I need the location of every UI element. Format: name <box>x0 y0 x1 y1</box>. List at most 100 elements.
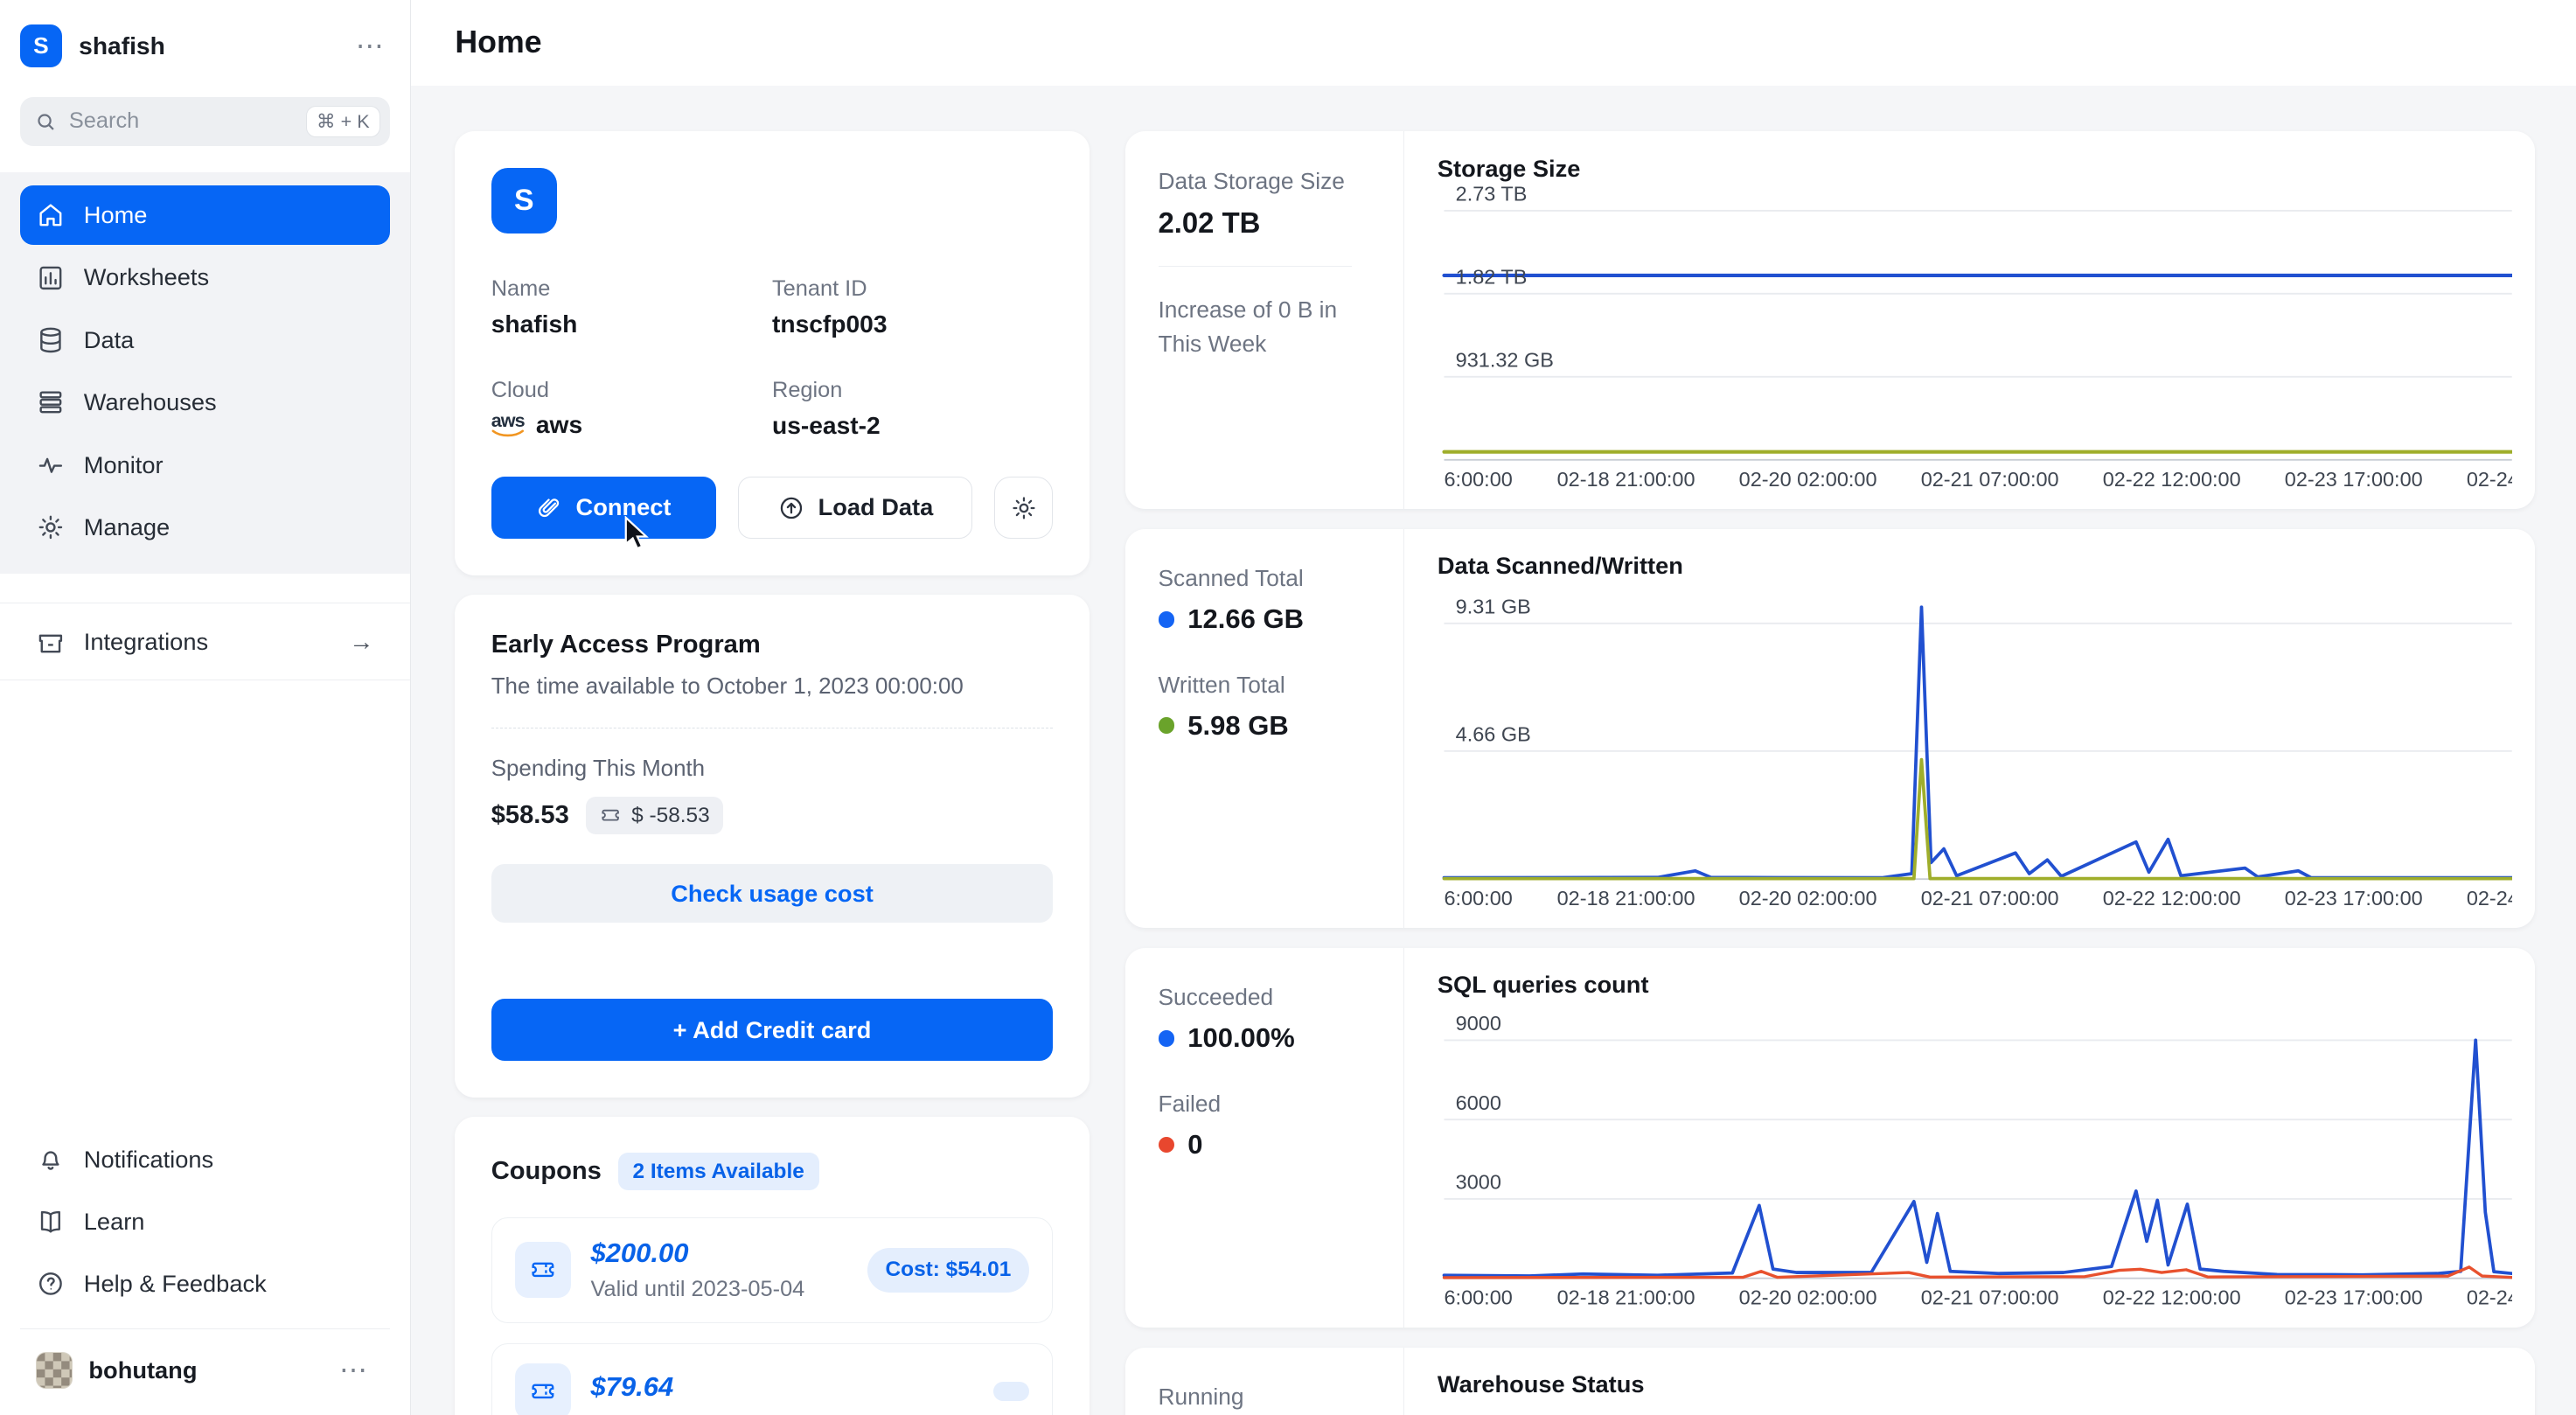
org-more-button[interactable]: ⋯ <box>349 29 390 63</box>
user-more-button[interactable]: ⋯ <box>332 1353 373 1387</box>
tenant-avatar: S <box>491 168 557 234</box>
stat-value: 5.98 GB <box>1187 710 1288 742</box>
sidebar-item-integrations[interactable]: Integrations → <box>20 609 391 674</box>
right-column: Data Storage Size 2.02 TB Increase of 0 … <box>1125 131 2535 1414</box>
book-icon <box>36 1207 66 1237</box>
svg-text:6:00:00: 6:00:00 <box>1444 887 1512 910</box>
storage-stats: Data Storage Size 2.02 TB Increase of 0 … <box>1125 131 1404 509</box>
app-root: S shafish ⋯ ⌘ + K Home Worksheets Data <box>0 0 2576 1415</box>
field-label: Region <box>772 378 1053 403</box>
search-input[interactable] <box>69 108 295 134</box>
gear-icon <box>1010 494 1038 522</box>
ticket-icon <box>515 1242 571 1298</box>
sidebar-item-label: Learn <box>84 1208 145 1236</box>
stat-label: Written Total <box>1159 672 1382 699</box>
integrations-section: Integrations → <box>0 603 410 680</box>
sidebar-item-home[interactable]: Home <box>20 185 391 245</box>
svg-text:02-20 02:00:00: 02-20 02:00:00 <box>1739 1286 1877 1309</box>
svg-text:02-22 12:00:00: 02-22 12:00:00 <box>2103 887 2241 910</box>
help-circle-icon <box>36 1269 66 1299</box>
worksheets-icon <box>36 263 66 293</box>
tenant-cloud-field: Cloud aws aws <box>491 378 772 440</box>
stat-label: Data Storage Size <box>1159 168 1382 195</box>
scanned-written-panel: Scanned Total 12.66 GB Written Total 5.9… <box>1125 529 2535 929</box>
check-usage-cost-button[interactable]: Check usage cost <box>491 864 1054 924</box>
content: S Name shafish Tenant ID tnscfp003 Cloud <box>411 86 2576 1415</box>
aws-logo: aws <box>491 411 525 438</box>
early-access-subtitle: The time available to October 1, 2023 00… <box>491 674 1054 700</box>
tenant-id-field: Tenant ID tnscfp003 <box>772 276 1053 338</box>
sidebar-item-notifications[interactable]: Notifications <box>20 1128 391 1190</box>
ticket-icon <box>599 804 622 826</box>
svg-text:02-20 02:00:00: 02-20 02:00:00 <box>1739 468 1877 491</box>
chart-title: SQL queries count <box>1438 971 2512 999</box>
svg-text:02-22 12:00:00: 02-22 12:00:00 <box>2103 1286 2241 1309</box>
sidebar-nav: Home Worksheets Data Warehouses Monitor … <box>0 172 410 573</box>
early-access-title: Early Access Program <box>491 631 1054 659</box>
sidebar-item-help-feedback[interactable]: Help & Feedback <box>20 1253 391 1315</box>
search-box[interactable]: ⌘ + K <box>20 97 391 146</box>
scanned-stats: Scanned Total 12.66 GB Written Total 5.9… <box>1125 529 1404 929</box>
svg-text:02-18 21:00:00: 02-18 21:00:00 <box>1556 1286 1695 1309</box>
queries-chart-area: SQL queries count 9000600030006:00:0002-… <box>1404 948 2535 1328</box>
storage-chart-area: Storage Size 2.73 TB1.82 TB931.32 GB6:00… <box>1404 131 2535 509</box>
stat-note: Increase of 0 B in This Week <box>1159 293 1359 362</box>
svg-text:931.32 GB: 931.32 GB <box>1456 349 1554 372</box>
coupon-cost-badge <box>993 1382 1029 1402</box>
paperclip-icon <box>536 494 562 520</box>
user-row[interactable]: bohutang ⋯ <box>20 1342 391 1402</box>
svg-text:02-23 17:00:00: 02-23 17:00:00 <box>2285 1286 2423 1309</box>
stat-label: Scanned Total <box>1159 565 1382 592</box>
coupons-title: Coupons <box>491 1157 602 1186</box>
svg-text:3000: 3000 <box>1456 1171 1501 1194</box>
sql-queries-count-chart: 9000600030006:00:0002-18 21:00:0002-20 0… <box>1438 1002 2512 1314</box>
arrow-right-icon: → <box>349 627 373 656</box>
field-value: tnscfp003 <box>772 310 1053 338</box>
sidebar-item-manage[interactable]: Manage <box>20 498 391 557</box>
svg-text:6:00:00: 6:00:00 <box>1444 468 1512 491</box>
spending-row: $58.53 $ -58.53 <box>491 797 1054 834</box>
svg-text:02-22 12:00:00: 02-22 12:00:00 <box>2103 468 2241 491</box>
coupon-item[interactable]: $200.00 Valid until 2023-05-04 Cost: $54… <box>491 1217 1054 1323</box>
load-data-button[interactable]: Load Data <box>738 477 973 539</box>
svg-text:6:00:00: 6:00:00 <box>1444 1286 1512 1309</box>
svg-text:02-18 21:00:00: 02-18 21:00:00 <box>1556 887 1695 910</box>
svg-text:02-24 17:00:00: 02-24 17:00:00 <box>2467 887 2512 910</box>
sidebar-item-worksheets[interactable]: Worksheets <box>20 248 391 308</box>
succeeded-dot <box>1159 1030 1175 1047</box>
bell-icon <box>36 1145 66 1175</box>
sidebar-spacer <box>0 680 410 1128</box>
home-icon <box>36 200 66 230</box>
sidebar-item-data[interactable]: Data <box>20 310 391 370</box>
tenant-grid: Name shafish Tenant ID tnscfp003 Cloud a… <box>491 276 1054 441</box>
coupons-count-badge: 2 Items Available <box>618 1153 819 1190</box>
stat-label: Running <box>1159 1384 1382 1411</box>
stat-value-row: 12.66 GB <box>1159 603 1382 635</box>
sidebar-item-monitor[interactable]: Monitor <box>20 436 391 495</box>
sql-queries-panel: Succeeded 100.00% Failed 0 SQL <box>1125 948 2535 1328</box>
tenant-settings-button[interactable] <box>994 477 1054 539</box>
coupon-info: $200.00 Valid until 2023-05-04 <box>590 1237 847 1302</box>
svg-text:02-23 17:00:00: 02-23 17:00:00 <box>2285 468 2423 491</box>
add-credit-card-button[interactable]: + Add Credit card <box>491 999 1054 1061</box>
storage-size-chart: 2.73 TB1.82 TB931.32 GB6:00:0002-18 21:0… <box>1438 185 2512 496</box>
field-value: aws <box>536 410 582 439</box>
field-value: us-east-2 <box>772 411 1053 440</box>
stat-value-row: 100.00% <box>1159 1022 1382 1054</box>
coupon-item[interactable]: $79.64 <box>491 1343 1054 1415</box>
sidebar-item-label: Worksheets <box>84 263 209 291</box>
coupons-header: Coupons 2 Items Available <box>491 1153 1054 1190</box>
stat-value: 0 <box>1187 1129 1202 1161</box>
svg-text:9.31 GB: 9.31 GB <box>1456 596 1531 618</box>
svg-text:02-24 17:00:00: 02-24 17:00:00 <box>2467 468 2512 491</box>
sidebar-item-warehouses[interactable]: Warehouses <box>20 373 391 432</box>
integrations-box-icon <box>36 627 66 657</box>
tenant-actions: Connect Load Data <box>491 477 1054 539</box>
page-title: Home <box>455 24 541 60</box>
stat-value-row: 0 <box>1159 1129 1382 1161</box>
svg-text:6000: 6000 <box>1456 1091 1501 1114</box>
svg-text:02-20 02:00:00: 02-20 02:00:00 <box>1739 887 1877 910</box>
sidebar-item-learn[interactable]: Learn <box>20 1190 391 1252</box>
connect-button[interactable]: Connect <box>491 477 717 539</box>
coupon-valid-until: Valid until 2023-05-04 <box>590 1277 847 1302</box>
